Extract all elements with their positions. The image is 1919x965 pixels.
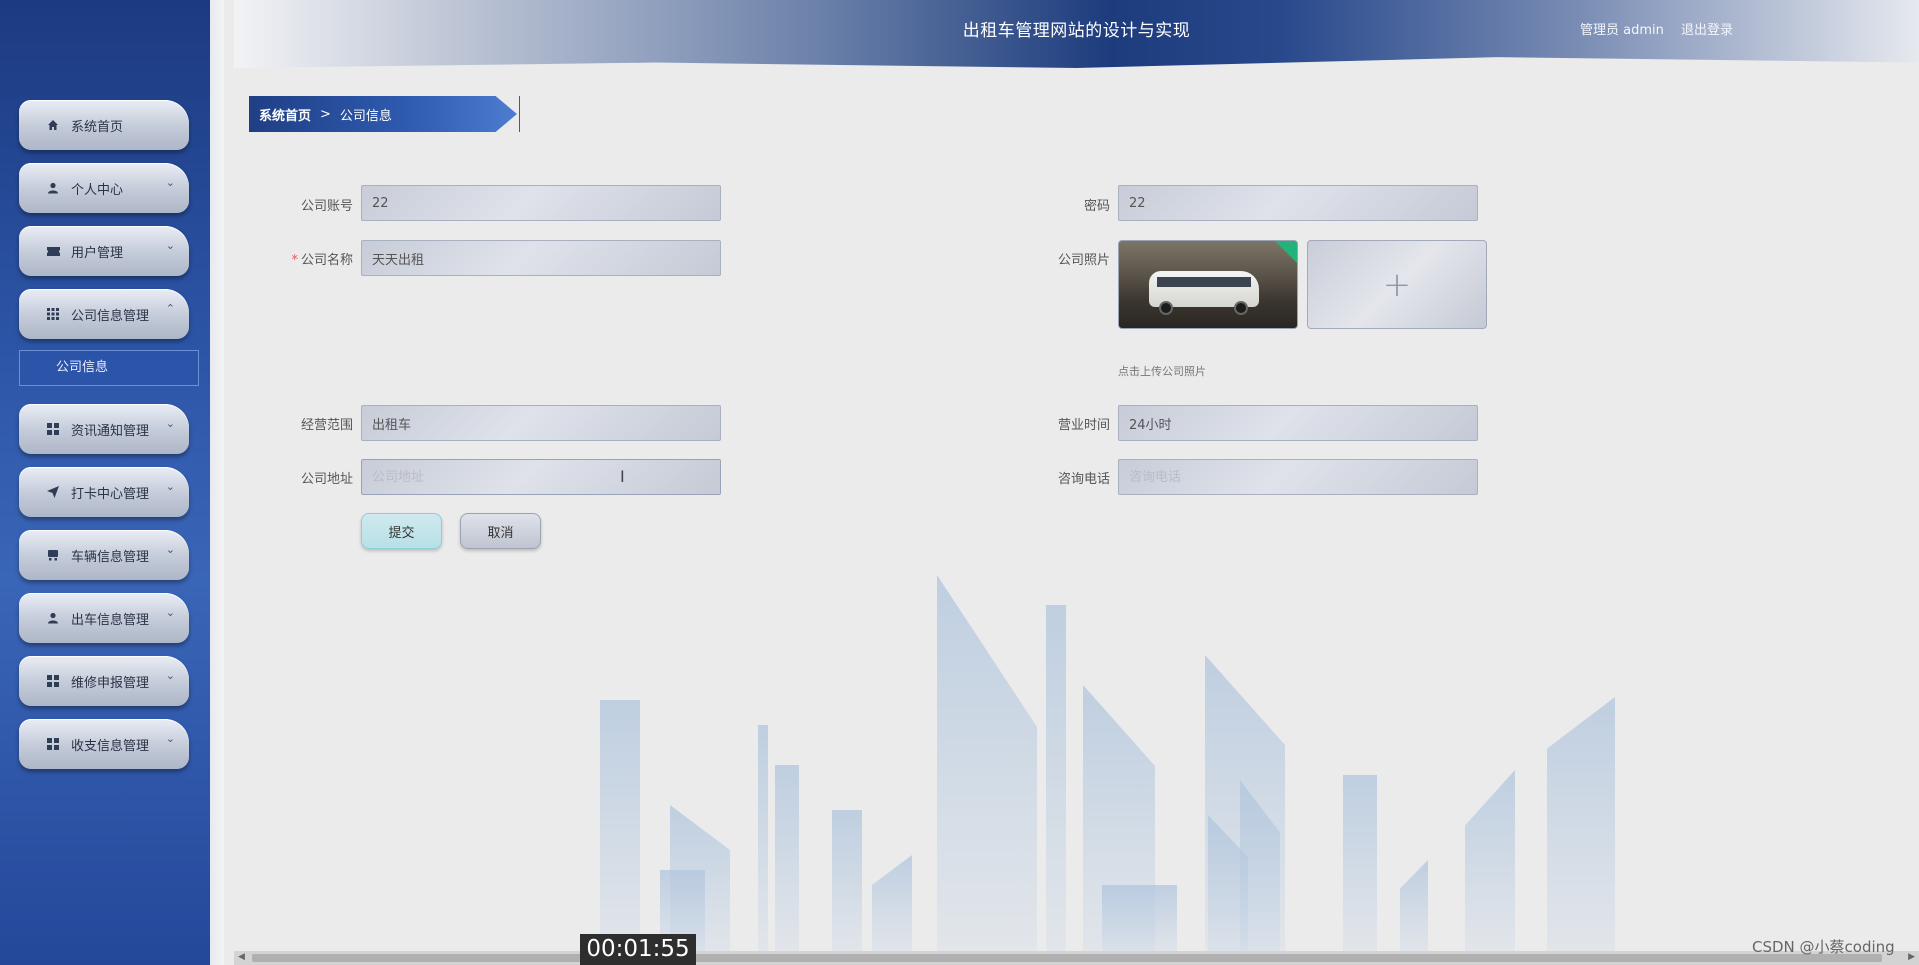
breadcrumb-separator: > (320, 106, 331, 122)
company-photo-label: 公司照片 (1057, 253, 1110, 268)
car-icon (45, 547, 61, 563)
horizontal-scrollbar[interactable]: ◀ ▶ (234, 951, 1919, 965)
sidebar-item-label: 用户管理 (71, 245, 124, 261)
company-address-field[interactable] (361, 459, 721, 495)
sidebar-item-repair-management[interactable]: 维修申报管理 ⌄ (19, 656, 189, 706)
business-hours-field[interactable] (1118, 405, 1478, 441)
chevron-down-icon: ⌄ (165, 417, 175, 430)
submit-button[interactable]: 提交 (361, 513, 442, 549)
business-hours-label: 营业时间 (1057, 418, 1110, 433)
chevron-up-icon: ⌃ (165, 302, 175, 315)
grid-icon (45, 736, 61, 752)
company-name-label-text: 公司名称 (300, 253, 353, 268)
uploaded-badge-icon (1275, 241, 1297, 263)
top-header: 出租车管理网站的设计与实现 管理员 admin 退出登录 (234, 0, 1919, 68)
user-icon (45, 180, 61, 196)
scrollbar-thumb[interactable] (252, 954, 1882, 962)
text-cursor-icon: I (620, 467, 625, 486)
page-title: 出租车管理网站的设计与实现 (962, 21, 1191, 41)
sidebar-item-checkin-management[interactable]: 打卡中心管理 ⌄ (19, 467, 189, 517)
sidebar-item-vehicle-management[interactable]: 车辆信息管理 ⌄ (19, 530, 189, 580)
plus-icon: + (1382, 264, 1412, 305)
sidebar-item-news-management[interactable]: 资讯通知管理 ⌄ (19, 404, 189, 454)
company-name-field[interactable] (361, 240, 721, 276)
breadcrumb-bar: 系统首页 > 公司信息 (249, 96, 517, 132)
required-mark: * (291, 253, 298, 268)
sidebar-item-label: 维修申报管理 (71, 675, 150, 691)
cancel-button[interactable]: 取消 (460, 513, 541, 549)
ticket-icon (45, 243, 61, 259)
city-background (560, 560, 1660, 955)
home-icon (45, 117, 61, 133)
chevron-down-icon: ⌄ (165, 239, 175, 252)
sidebar-subitem-company-info[interactable]: 公司信息 (19, 350, 199, 386)
business-scope-label: 经营范围 (300, 418, 353, 433)
company-account-label: 公司账号 (300, 199, 353, 214)
sidebar-item-home[interactable]: 系统首页 (19, 100, 189, 150)
grid-icon (45, 421, 61, 437)
scroll-left-icon[interactable]: ◀ (238, 952, 245, 962)
breadcrumb-divider (519, 96, 520, 132)
photo-upload-button[interactable]: + (1307, 240, 1487, 329)
watermark: CSDN @小蔡coding (1752, 938, 1895, 956)
sidebar-item-dispatch-management[interactable]: 出车信息管理 ⌄ (19, 593, 189, 643)
video-timestamp: 00:01:55 (580, 934, 696, 965)
sidebar-item-personal-center[interactable]: 个人中心 ⌄ (19, 163, 189, 213)
user-icon (45, 610, 61, 626)
sidebar-item-finance-management[interactable]: 收支信息管理 ⌄ (19, 719, 189, 769)
phone-field[interactable] (1118, 459, 1478, 495)
chevron-down-icon: ⌄ (165, 543, 175, 556)
logout-link[interactable]: 退出登录 (1681, 19, 1733, 38)
sidebar: 系统首页 个人中心 ⌄ 用户管理 ⌄ 公司信息管理 ⌃ 公司信息 资讯通知管理 … (0, 0, 224, 965)
current-user: 管理员 admin (1580, 23, 1664, 38)
password-field[interactable] (1118, 185, 1478, 221)
sidebar-item-label: 公司信息管理 (71, 308, 150, 324)
chevron-down-icon: ⌄ (165, 669, 175, 682)
sidebar-item-label: 资讯通知管理 (71, 423, 150, 439)
breadcrumb-home[interactable]: 系统首页 (259, 105, 311, 124)
send-icon (45, 484, 61, 500)
sidebar-item-label: 出车信息管理 (71, 612, 150, 628)
company-address-label: 公司地址 (300, 472, 353, 487)
phone-label: 咨询电话 (1057, 472, 1110, 487)
sidebar-item-label: 收支信息管理 (71, 738, 150, 754)
password-label: 密码 (1083, 199, 1110, 214)
grid-icon (45, 673, 61, 689)
chevron-down-icon: ⌄ (165, 176, 175, 189)
sidebar-item-label: 系统首页 (71, 119, 124, 135)
sidebar-item-label: 车辆信息管理 (71, 549, 150, 565)
grid-icon (45, 306, 61, 322)
sidebar-item-label: 个人中心 (71, 182, 124, 198)
chevron-down-icon: ⌄ (165, 480, 175, 493)
sidebar-item-company-info-management[interactable]: 公司信息管理 ⌃ (19, 289, 189, 339)
breadcrumb: 系统首页 > 公司信息 (249, 96, 520, 132)
business-scope-field[interactable] (361, 405, 721, 441)
company-name-label: * 公司名称 (263, 249, 353, 268)
chevron-down-icon: ⌄ (165, 732, 175, 745)
sidebar-item-user-management[interactable]: 用户管理 ⌄ (19, 226, 189, 276)
scroll-right-icon[interactable]: ▶ (1908, 952, 1915, 962)
sidebar-item-label: 打卡中心管理 (71, 486, 150, 502)
upload-hint: 点击上传公司照片 (1118, 365, 1206, 378)
chevron-down-icon: ⌄ (165, 606, 175, 619)
company-account-field[interactable] (361, 185, 721, 221)
breadcrumb-current: 公司信息 (339, 108, 392, 124)
company-photo-thumbnail[interactable] (1118, 240, 1298, 329)
